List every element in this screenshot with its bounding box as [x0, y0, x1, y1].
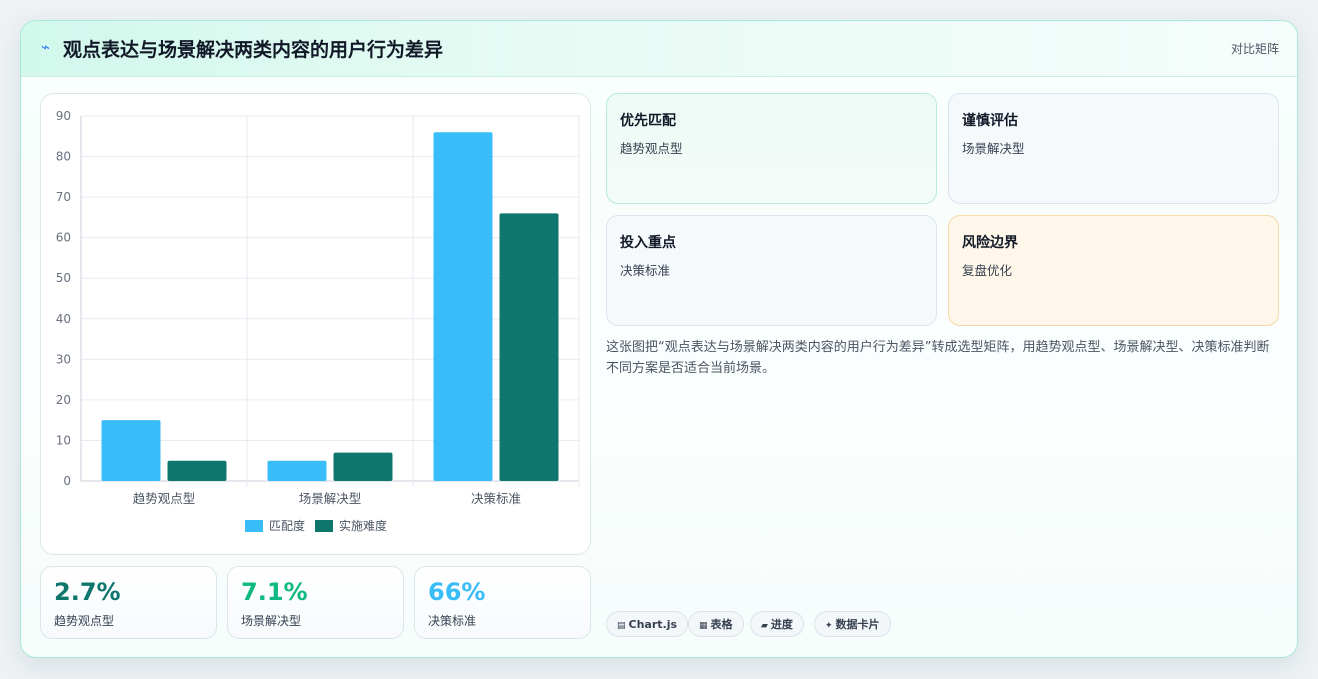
stat-card-trend: 2.7% 趋势观点型	[40, 566, 217, 639]
legend-label: 实施难度	[339, 518, 387, 533]
bar	[267, 460, 327, 481]
view-mode-badge[interactable]: 对比矩阵	[1231, 40, 1279, 57]
y-tick-label: 40	[56, 312, 71, 326]
tag-label: 数据卡片	[835, 618, 880, 631]
matrix-card-title: 投入重点	[620, 235, 676, 251]
stat-label: 场景解决型	[241, 614, 302, 628]
page-title: 观点表达与场景解决两类内容的用户行为差异	[63, 39, 444, 61]
legend-swatch	[245, 520, 263, 532]
bar	[433, 132, 493, 481]
stat-value: 7.1%	[241, 578, 308, 606]
y-tick-label: 30	[56, 352, 71, 366]
stat-value: 2.7%	[54, 578, 121, 606]
matrix-card-value: 复盘优化	[962, 263, 1013, 278]
stat-value: 66%	[428, 578, 486, 606]
tag-label: 表格	[710, 618, 733, 631]
tag-label: 进度	[770, 618, 793, 631]
chart-panel: 0 10 20 30 40 50 60 70 80 90 趋势观点型 场景解决型 决策标准匹配度 实施难度	[40, 93, 591, 555]
bar	[167, 460, 227, 481]
matrix-card-title: 优先匹配	[620, 113, 676, 129]
matrix-card-priority: 优先匹配 趋势观点型	[606, 93, 937, 204]
x-tick-label: 决策标准	[471, 491, 521, 506]
matrix-card-value: 场景解决型	[962, 141, 1025, 156]
y-tick-label: 0	[63, 474, 71, 488]
y-tick-label: 60	[56, 231, 71, 245]
tag-table[interactable]: ▦ 表格	[688, 611, 744, 637]
stat-label: 决策标准	[428, 614, 477, 628]
lightning-icon: ⌁	[41, 38, 51, 56]
y-tick-label: 20	[56, 393, 71, 407]
y-tick-label: 80	[56, 150, 71, 164]
bar-chart: 0 10 20 30 40 50 60 70 80 90 趋势观点型 场景解决型 决策标准匹配度 实施难度	[56, 109, 580, 533]
sparkle-icon: ✦	[825, 621, 833, 631]
matrix-card-focus: 投入重点 决策标准	[606, 215, 937, 326]
stat-label: 趋势观点型	[54, 614, 115, 628]
bar	[333, 452, 393, 481]
table-icon: ▦	[699, 621, 708, 631]
matrix-card-risk: 风险边界 复盘优化	[948, 215, 1279, 326]
tag-data-card[interactable]: ✦ 数据卡片	[814, 611, 891, 637]
stat-card-decision: 66% 决策标准	[414, 566, 591, 639]
x-tick-label: 趋势观点型	[133, 491, 196, 506]
stat-card-scenario: 7.1% 场景解决型	[227, 566, 404, 639]
progress-icon: ▰	[761, 621, 768, 631]
y-tick-label: 70	[56, 190, 71, 204]
tag-label: Chart.js	[628, 618, 678, 631]
matrix-card-title: 风险边界	[962, 235, 1018, 251]
y-tick-label: 90	[56, 109, 71, 123]
tag-progress[interactable]: ▰ 进度	[750, 611, 804, 637]
matrix-card-caution: 谨慎评估 场景解决型	[948, 93, 1279, 204]
legend-label: 匹配度	[269, 518, 305, 533]
bar	[499, 213, 559, 481]
y-tick-label: 50	[56, 271, 71, 285]
matrix-card-value: 趋势观点型	[620, 141, 683, 156]
bar	[101, 420, 161, 481]
x-tick-label: 场景解决型	[299, 491, 362, 506]
dashboard-card: ⌁ 观点表达与场景解决两类内容的用户行为差异 对比矩阵 0 10 20 30 40 50 6…	[20, 20, 1298, 658]
description-text: 这张图把“观点表达与场景解决两类内容的用户行为差异”转成选型矩阵，用趋势观点型、…	[606, 340, 1270, 376]
legend-swatch	[315, 520, 333, 532]
matrix-card-title: 谨慎评估	[962, 113, 1018, 129]
chart-icon: ▤	[617, 621, 626, 631]
y-tick-label: 10	[56, 433, 71, 447]
tag-chartjs[interactable]: ▤ Chart.js	[606, 611, 689, 637]
card-header: ⌁ 观点表达与场景解决两类内容的用户行为差异 对比矩阵	[21, 21, 1297, 77]
matrix-card-value: 决策标准	[620, 263, 671, 278]
